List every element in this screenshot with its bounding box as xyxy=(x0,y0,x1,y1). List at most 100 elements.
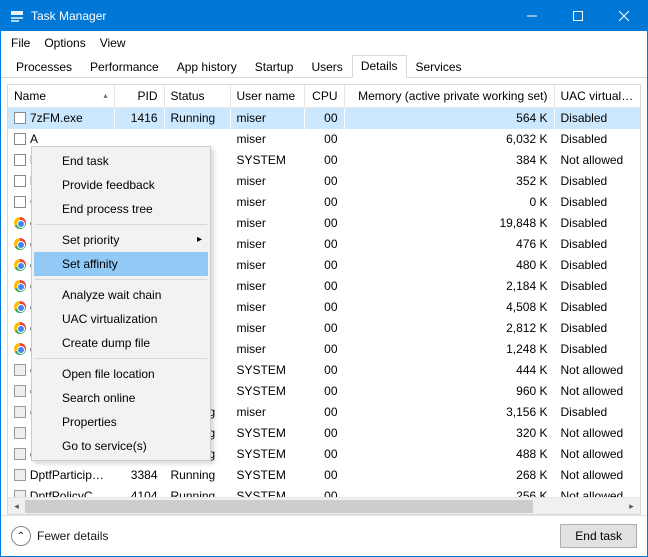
process-user: miser xyxy=(230,255,304,276)
tab-startup[interactable]: Startup xyxy=(246,56,303,78)
ctx-search-online[interactable]: Search online xyxy=(34,386,208,410)
process-user: miser xyxy=(230,234,304,255)
ctx-separator xyxy=(35,279,207,280)
process-icon xyxy=(14,469,26,481)
tab-services[interactable]: Services xyxy=(407,56,471,78)
col-memory[interactable]: Memory (active private working set) xyxy=(344,85,554,108)
col-uac[interactable]: UAC virtualizat xyxy=(554,85,640,108)
col-pid[interactable]: PID xyxy=(114,85,164,108)
content-area: Name▴ PID Status User name CPU Memory (a… xyxy=(1,78,647,515)
process-uac: Not allowed xyxy=(554,423,640,444)
scroll-left-icon[interactable]: ◂ xyxy=(8,498,25,515)
process-cpu: 00 xyxy=(304,171,344,192)
process-cpu: 00 xyxy=(304,381,344,402)
process-memory: 384 K xyxy=(344,150,554,171)
ctx-end-task[interactable]: End task xyxy=(34,149,208,173)
process-cpu: 00 xyxy=(304,276,344,297)
process-status: Running xyxy=(164,108,230,129)
process-icon xyxy=(14,406,26,418)
tab-users[interactable]: Users xyxy=(302,56,351,78)
process-user: SYSTEM xyxy=(230,360,304,381)
process-cpu: 00 xyxy=(304,297,344,318)
tab-processes[interactable]: Processes xyxy=(7,56,81,78)
close-button[interactable] xyxy=(601,1,647,31)
col-status[interactable]: Status xyxy=(164,85,230,108)
menubar: File Options View xyxy=(1,31,647,56)
process-icon xyxy=(14,112,26,124)
process-memory: 6,032 K xyxy=(344,129,554,150)
ctx-provide-feedback[interactable]: Provide feedback xyxy=(34,173,208,197)
scroll-thumb[interactable] xyxy=(25,500,533,513)
tab-app-history[interactable]: App history xyxy=(168,56,246,78)
process-icon xyxy=(14,175,26,187)
process-uac: Disabled xyxy=(554,318,640,339)
ctx-create-dump-file[interactable]: Create dump file xyxy=(34,331,208,355)
process-cpu: 00 xyxy=(304,444,344,465)
process-memory: 4,508 K xyxy=(344,297,554,318)
process-user: miser xyxy=(230,171,304,192)
process-icon xyxy=(14,427,26,439)
process-uac: Not allowed xyxy=(554,381,640,402)
menu-file[interactable]: File xyxy=(5,33,36,53)
process-uac: Not allowed xyxy=(554,360,640,381)
menu-view[interactable]: View xyxy=(94,33,132,53)
process-memory: 19,848 K xyxy=(344,213,554,234)
process-uac: Disabled xyxy=(554,297,640,318)
end-task-button[interactable]: End task xyxy=(560,524,637,548)
process-uac: Disabled xyxy=(554,171,640,192)
tab-performance[interactable]: Performance xyxy=(81,56,168,78)
process-icon xyxy=(14,448,26,460)
scroll-track[interactable] xyxy=(25,498,623,515)
ctx-end-process-tree[interactable]: End process tree xyxy=(34,197,208,221)
process-cpu: 00 xyxy=(304,129,344,150)
process-uac: Disabled xyxy=(554,255,640,276)
table-row[interactable]: DptfParticipa...3384RunningSYSTEM00268 K… xyxy=(8,465,640,486)
table-row[interactable]: 7zFM.exe1416Runningmiser00564 KDisabled xyxy=(8,108,640,129)
process-memory: 320 K xyxy=(344,423,554,444)
maximize-button[interactable] xyxy=(555,1,601,31)
process-user: miser xyxy=(230,402,304,423)
menu-options[interactable]: Options xyxy=(38,33,91,53)
process-uac: Disabled xyxy=(554,234,640,255)
process-cpu: 00 xyxy=(304,108,344,129)
process-cpu: 00 xyxy=(304,402,344,423)
process-user: SYSTEM xyxy=(230,465,304,486)
process-uac: Disabled xyxy=(554,213,640,234)
table-row[interactable]: DptfPolicyCri...4104RunningSYSTEM00256 K… xyxy=(8,486,640,498)
process-icon xyxy=(14,301,26,313)
ctx-separator xyxy=(35,224,207,225)
context-menu: End task Provide feedback End process tr… xyxy=(31,146,211,461)
tab-details[interactable]: Details xyxy=(352,55,407,78)
ctx-analyze-wait-chain[interactable]: Analyze wait chain xyxy=(34,283,208,307)
process-memory: 3,156 K xyxy=(344,402,554,423)
fewer-details-label: Fewer details xyxy=(37,529,108,543)
app-icon xyxy=(9,8,25,24)
chevron-up-icon: ⌃ xyxy=(11,526,31,546)
titlebar[interactable]: Task Manager xyxy=(1,1,647,31)
footer: ⌃ Fewer details End task xyxy=(1,515,647,556)
minimize-button[interactable] xyxy=(509,1,555,31)
ctx-properties[interactable]: Properties xyxy=(34,410,208,434)
ctx-set-affinity[interactable]: Set affinity xyxy=(34,252,208,276)
ctx-open-file-location[interactable]: Open file location xyxy=(34,362,208,386)
process-user: miser xyxy=(230,213,304,234)
ctx-set-priority-label: Set priority xyxy=(62,233,119,247)
ctx-uac-virtualization[interactable]: UAC virtualization xyxy=(34,307,208,331)
process-name: 7zFM.exe xyxy=(30,111,83,125)
col-name[interactable]: Name▴ xyxy=(8,85,114,108)
horizontal-scrollbar[interactable]: ◂ ▸ xyxy=(8,497,640,514)
col-user[interactable]: User name xyxy=(230,85,304,108)
fewer-details-button[interactable]: ⌃ Fewer details xyxy=(11,526,108,546)
process-name: DptfPolicyCri... xyxy=(30,489,108,497)
ctx-go-to-services[interactable]: Go to service(s) xyxy=(34,434,208,458)
scroll-right-icon[interactable]: ▸ xyxy=(623,498,640,515)
process-user: SYSTEM xyxy=(230,381,304,402)
process-memory: 352 K xyxy=(344,171,554,192)
process-uac: Disabled xyxy=(554,339,640,360)
process-pid: 4104 xyxy=(114,486,164,498)
ctx-set-priority[interactable]: Set priority▸ xyxy=(34,228,208,252)
col-cpu[interactable]: CPU xyxy=(304,85,344,108)
process-memory: 256 K xyxy=(344,486,554,498)
process-cpu: 00 xyxy=(304,192,344,213)
process-cpu: 00 xyxy=(304,318,344,339)
